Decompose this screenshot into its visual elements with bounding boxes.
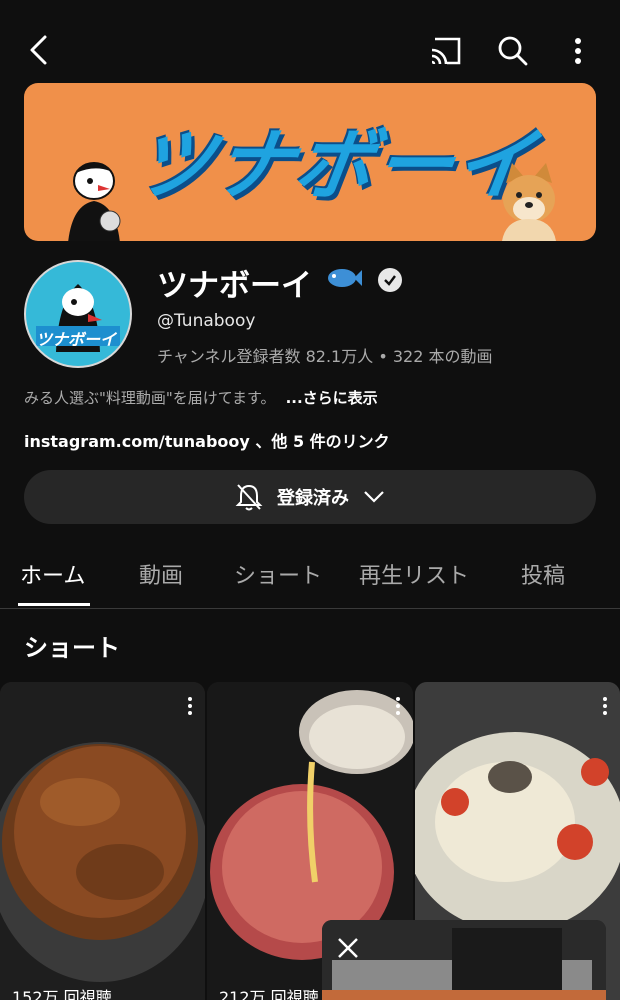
avatar-mascot-icon xyxy=(36,284,120,352)
tab-playlists[interactable]: 再生リスト xyxy=(359,558,469,590)
shorts-section-title: ショート xyxy=(24,634,120,662)
mascot-illustration-icon xyxy=(68,162,121,241)
channel-tabs: ホーム 動画 ショート 再生リスト 投稿 xyxy=(0,548,620,609)
channel-stats: チャンネル登録者数 82.1万人 • 322 本の動画 xyxy=(157,347,493,366)
channel-avatar[interactable]: ツナボーイ xyxy=(24,260,132,368)
short-thumbnail-hamburg-icon xyxy=(0,682,205,1000)
subscribed-button[interactable]: 登録済み xyxy=(24,470,596,524)
cast-button[interactable] xyxy=(425,30,467,72)
subscribed-label: 登録済み xyxy=(277,488,349,509)
back-button[interactable] xyxy=(18,30,58,70)
close-icon xyxy=(338,938,358,958)
channel-description[interactable]: みる人選ぶ"料理動画"を届けてます。 ...さらに表示 xyxy=(24,387,378,408)
tab-posts[interactable]: 投稿 xyxy=(521,558,565,590)
back-arrow-icon xyxy=(30,35,47,65)
cast-icon xyxy=(431,37,461,65)
more-options-button[interactable] xyxy=(560,30,596,72)
tab-videos[interactable]: 動画 xyxy=(139,558,183,590)
banner-title: ツナボーイ xyxy=(128,121,542,211)
fish-emoji-icon xyxy=(328,269,362,287)
mini-player-thumbnail-icon xyxy=(322,920,606,1000)
channel-name: ツナボーイ xyxy=(157,268,312,304)
tab-shorts[interactable]: ショート xyxy=(234,558,322,590)
channel-links[interactable]: instagram.com/tunabooy 、他 5 件のリンク xyxy=(24,428,390,452)
mini-player[interactable] xyxy=(322,920,606,1000)
verified-badge-icon xyxy=(378,268,402,292)
channel-handle: @Tunabooy xyxy=(157,311,256,331)
short-views: 212万 回視聴 xyxy=(219,988,319,1000)
close-mini-player-button[interactable] xyxy=(336,936,360,964)
bell-off-icon xyxy=(235,484,263,511)
active-tab-indicator xyxy=(18,603,90,606)
short-menu-icon[interactable] xyxy=(602,696,608,716)
short-menu-icon[interactable] xyxy=(395,696,401,716)
dog-illustration-icon xyxy=(502,163,556,241)
search-button[interactable] xyxy=(492,30,534,72)
channel-banner: ツナボーイ xyxy=(24,83,596,241)
tab-home[interactable]: ホーム xyxy=(20,558,85,590)
short-menu-icon[interactable] xyxy=(187,696,193,716)
short-item[interactable]: 152万 回視聴 xyxy=(0,682,205,1000)
avatar-label: ツナボーイ xyxy=(36,330,117,349)
search-icon xyxy=(498,36,528,66)
description-text: みる人選ぶ"料理動画"を届けてます。 xyxy=(24,389,276,407)
show-more-link[interactable]: ...さらに表示 xyxy=(286,389,378,407)
short-views: 152万 回視聴 xyxy=(12,988,112,1000)
more-vert-icon xyxy=(575,38,581,64)
chevron-down-icon xyxy=(364,491,384,503)
